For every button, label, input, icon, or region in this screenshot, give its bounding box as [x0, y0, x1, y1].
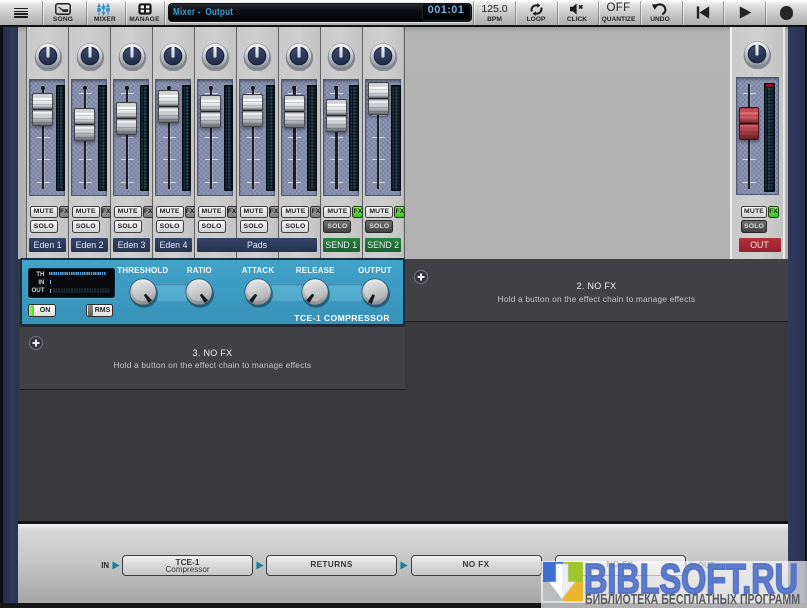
- svg-text:БИБЛИОТЕКА БЕСПЛАТНЫХ ПРОГРАММ: БИБЛИОТЕКА БЕСПЛАТНЫХ ПРОГРАММ: [585, 592, 800, 607]
